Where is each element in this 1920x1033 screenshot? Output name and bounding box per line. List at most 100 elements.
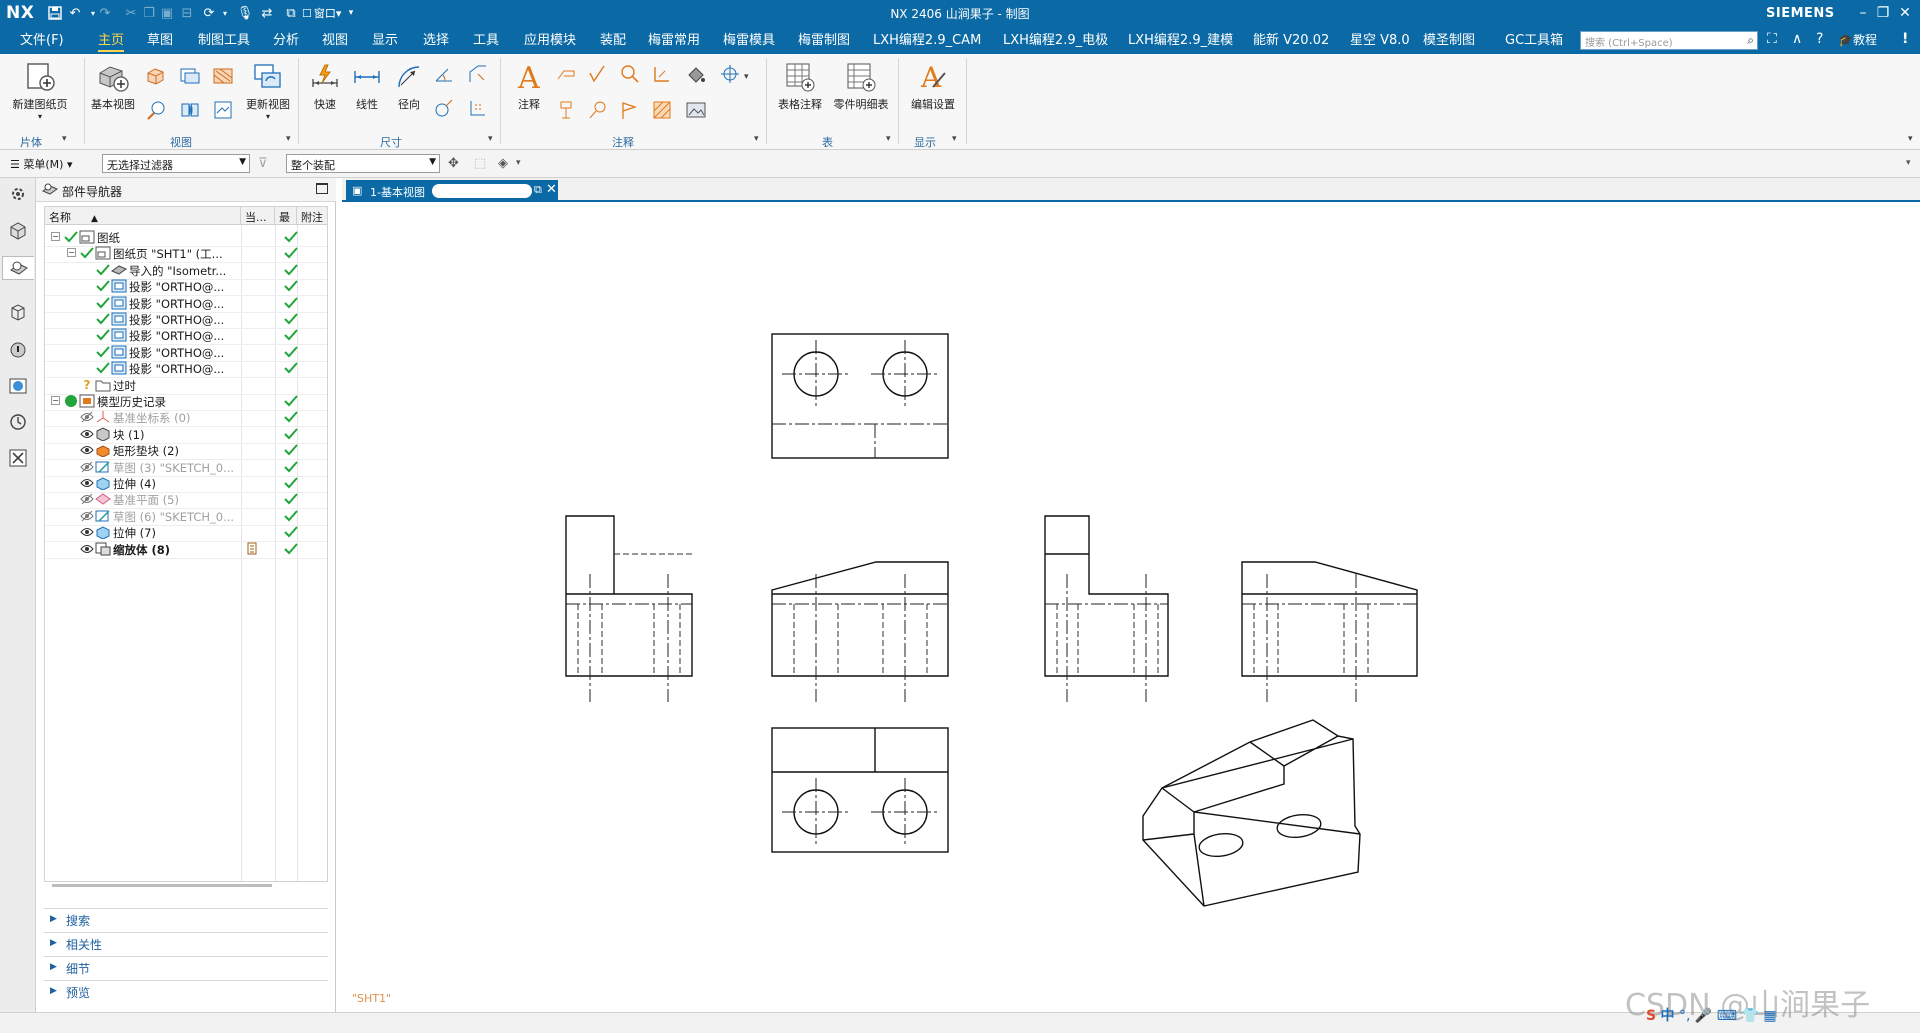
table-note-button[interactable]: 表格注释	[772, 60, 828, 112]
datum-feature-icon[interactable]	[554, 98, 578, 122]
chamfer-dimension-icon[interactable]	[466, 62, 490, 86]
collapse-toggle-icon[interactable]: −	[67, 248, 76, 258]
quick-dimension-button[interactable]: 快速	[304, 60, 346, 112]
microphone-icon[interactable]: 🎙	[236, 4, 254, 22]
detail-view-icon[interactable]	[178, 64, 202, 88]
undo-icon[interactable]: ↶	[66, 4, 84, 22]
flag-note-icon[interactable]	[618, 98, 642, 122]
toolbox-icon[interactable]: ▦	[1763, 1008, 1776, 1024]
tab-meilei-drafting[interactable]: 梅雷制图	[798, 30, 850, 52]
repeat-dropdown-icon[interactable]: ▾	[216, 4, 234, 22]
microphone-icon[interactable]: 🎤	[1695, 1008, 1712, 1024]
keyboard-icon[interactable]: ⌨	[1717, 1008, 1737, 1024]
minimize-button[interactable]: –	[1852, 3, 1874, 23]
ordinate-dimension-icon[interactable]	[466, 96, 490, 120]
collapse-ribbon-icon[interactable]: ∧	[1792, 31, 1802, 47]
view-boundary-icon[interactable]	[211, 98, 235, 122]
group-dropdown-icon[interactable]: ▾	[754, 134, 759, 144]
tab-lxh-cam[interactable]: LXH编程2.9_CAM	[873, 30, 981, 52]
group-dropdown-icon[interactable]: ▾	[488, 134, 493, 144]
update-view-button[interactable]: 更新视图 ▾	[242, 60, 294, 121]
role-tools-icon[interactable]	[6, 446, 30, 470]
tab-mosheng-drafting[interactable]: 模圣制图	[1423, 30, 1475, 52]
group-dropdown-icon[interactable]: ▾	[886, 134, 891, 144]
tab-meilei-common[interactable]: 梅雷常用	[648, 30, 700, 52]
help-icon[interactable]: ?	[1816, 31, 1823, 47]
thickness-dimension-icon[interactable]	[432, 96, 456, 120]
tab-xingkong[interactable]: 星空 V8.0	[1350, 30, 1410, 52]
copy-icon[interactable]: ❐	[140, 4, 158, 22]
paste-icon[interactable]: ▣	[158, 4, 176, 22]
web-browser-icon[interactable]	[6, 374, 30, 398]
column-header-latest[interactable]: 最	[275, 207, 297, 225]
chevron-down-icon[interactable]: ▾	[516, 158, 521, 168]
crosshatch-icon[interactable]	[650, 98, 674, 122]
reuse-library-icon[interactable]	[6, 300, 30, 324]
search-icon[interactable]: ⌕	[1747, 33, 1754, 48]
save-icon[interactable]	[46, 4, 64, 22]
tab-lxh-electrode[interactable]: LXH编程2.9_电极	[1003, 30, 1108, 52]
ribbon-options-icon[interactable]: ▾	[1908, 134, 1913, 144]
section-dependencies[interactable]: ▶ 相关性	[44, 932, 328, 954]
drawing-sheet-views[interactable]	[342, 204, 1920, 1012]
column-header-attach[interactable]: 附注	[297, 207, 327, 225]
tab-nengxin[interactable]: 能新 V20.02	[1253, 30, 1329, 52]
restore-button[interactable]: ❐	[1872, 3, 1894, 23]
alert-icon[interactable]: !	[1902, 31, 1908, 47]
tab-sketch[interactable]: 草图	[147, 30, 173, 52]
undock-icon[interactable]: ⧉	[534, 183, 542, 197]
parts-list-button[interactable]: 零件明细表	[830, 60, 892, 112]
angular-dimension-icon[interactable]	[432, 62, 456, 86]
filter-reset-icon[interactable]: ⊽	[258, 156, 268, 171]
collapse-toggle-icon[interactable]: −	[51, 396, 60, 405]
tab-home[interactable]: 主页	[98, 30, 125, 52]
broken-view-icon[interactable]	[178, 98, 202, 122]
weld-symbol-icon[interactable]	[650, 62, 674, 86]
maximize-icon[interactable]	[316, 183, 328, 194]
touch-mode-icon[interactable]: ⇄	[258, 4, 276, 22]
tutorial-link[interactable]: 🎓教程	[1838, 31, 1877, 48]
select-mode-icon[interactable]: ⬚	[474, 156, 486, 171]
tab-file[interactable]: 文件(F)	[20, 30, 64, 52]
feature-control-frame-icon[interactable]	[554, 62, 578, 86]
tree-horizontal-scrollbar[interactable]	[52, 884, 272, 887]
part-navigator-icon[interactable]	[2, 256, 34, 280]
hd3d-tools-icon[interactable]	[6, 338, 30, 362]
section-search[interactable]: ▶ 搜索	[44, 908, 328, 930]
column-header-name[interactable]: 名称 ▲	[45, 207, 241, 225]
tree-item-feature[interactable]: 缩放体 (8)	[45, 539, 327, 559]
tab-display[interactable]: 显示	[372, 30, 398, 52]
fill-area-icon[interactable]	[684, 62, 708, 86]
radial-dimension-button[interactable]: 径向	[388, 60, 430, 112]
tab-lxh-modeling[interactable]: LXH编程2.9_建模	[1128, 30, 1233, 52]
tab-gc-toolbox[interactable]: GC工具箱	[1505, 30, 1563, 52]
close-icon[interactable]: ✕	[546, 182, 557, 197]
datum-target-icon[interactable]	[618, 62, 642, 86]
group-dropdown-icon[interactable]: ▾	[952, 134, 957, 144]
ime-language[interactable]: 中	[1661, 1008, 1675, 1024]
section-details[interactable]: ▶ 细节	[44, 956, 328, 978]
balloon-icon[interactable]	[586, 98, 610, 122]
breakout-section-icon[interactable]	[144, 98, 168, 122]
tab-analysis[interactable]: 分析	[273, 30, 299, 52]
tab-base-view-document[interactable]: ▣ 1-基本视图 ⧉ ✕	[346, 180, 558, 202]
delete-icon[interactable]: ⊟	[178, 4, 196, 22]
command-search-input[interactable]: 搜索 (Ctrl+Space) ⌕	[1580, 31, 1758, 50]
close-button[interactable]: ✕	[1894, 3, 1916, 23]
redo-icon[interactable]: ↷	[96, 4, 114, 22]
note-button[interactable]: A 注释	[506, 60, 552, 112]
quick-access-customize-icon[interactable]: ▾	[342, 4, 360, 22]
surface-finish-icon[interactable]	[586, 62, 610, 86]
column-header-current[interactable]: 当...	[241, 207, 275, 225]
punctuation-icon[interactable]: °,	[1679, 1008, 1690, 1024]
cut-icon[interactable]: ✂	[122, 4, 140, 22]
tab-tools[interactable]: 工具	[473, 30, 499, 52]
switch-window-icon[interactable]: ⧉	[282, 4, 300, 22]
skin-icon[interactable]: 👕	[1741, 1008, 1758, 1024]
type-filter-select[interactable]: 无选择过滤器 ▼	[102, 154, 250, 173]
drawing-canvas[interactable]	[342, 204, 1920, 1012]
status-icon[interactable]	[79, 541, 95, 557]
assembly-navigator-icon[interactable]	[6, 218, 30, 242]
history-icon[interactable]	[6, 410, 30, 434]
new-sheet-button[interactable]: 新建图纸页 ▾	[10, 60, 70, 121]
